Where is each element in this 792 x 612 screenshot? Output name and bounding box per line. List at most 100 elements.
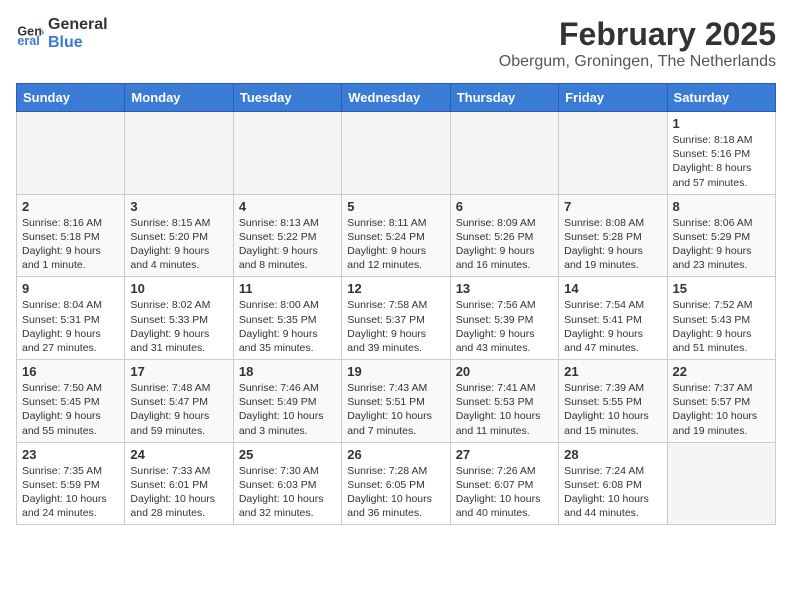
day-info: Sunrise: 7:33 AM Sunset: 6:01 PM Dayligh…	[130, 464, 227, 521]
day-info: Sunrise: 7:26 AM Sunset: 6:07 PM Dayligh…	[456, 464, 553, 521]
calendar-cell: 17 Sunrise: 7:48 AM Sunset: 5:47 PM Dayli…	[125, 360, 233, 443]
calendar-week-2: 2Sunrise: 8:16 AM Sunset: 5:18 PM Daylig…	[17, 194, 776, 277]
day-info: Sunrise: 7:46 AM Sunset: 5:49 PM Dayligh…	[239, 381, 336, 438]
day-number: 18	[239, 364, 336, 379]
day-info: Sunrise: 8:16 AM Sunset: 5:18 PM Dayligh…	[22, 216, 119, 273]
day-info: Sunrise: 7:37 AM Sunset: 5:57 PM Dayligh…	[673, 381, 770, 438]
day-number: 26	[347, 447, 444, 462]
day-info: Sunrise: 7:24 AM Sunset: 6:08 PM Dayligh…	[564, 464, 661, 521]
calendar-cell: 8 Sunrise: 8:06 AM Sunset: 5:29 PM Daylig…	[667, 194, 775, 277]
logo-line1: General	[48, 16, 108, 34]
calendar-cell: 12 Sunrise: 7:58 AM Sunset: 5:37 PM Dayli…	[342, 277, 450, 360]
day-number: 12	[347, 281, 444, 296]
day-number: 3	[130, 199, 227, 214]
day-header-monday: Monday	[125, 84, 233, 112]
day-info: Sunrise: 7:50 AM Sunset: 5:45 PM Dayligh…	[22, 381, 119, 438]
location-title: Obergum, Groningen, The Netherlands	[499, 53, 776, 71]
day-number: 21	[564, 364, 661, 379]
day-number: 15	[673, 281, 770, 296]
calendar-cell: 27 Sunrise: 7:26 AM Sunset: 6:07 PM Dayli…	[450, 442, 558, 525]
calendar-cell: 10 Sunrise: 8:02 AM Sunset: 5:33 PM Dayli…	[125, 277, 233, 360]
day-number: 19	[347, 364, 444, 379]
calendar-cell: 4 Sunrise: 8:13 AM Sunset: 5:22 PM Daylig…	[233, 194, 341, 277]
day-number: 13	[456, 281, 553, 296]
calendar-cell	[342, 112, 450, 195]
day-info: Sunrise: 7:48 AM Sunset: 5:47 PM Dayligh…	[130, 381, 227, 438]
calendar-header-row: SundayMondayTuesdayWednesdayThursdayFrid…	[17, 84, 776, 112]
day-info: Sunrise: 8:06 AM Sunset: 5:29 PM Dayligh…	[673, 216, 770, 273]
calendar-cell: 18 Sunrise: 7:46 AM Sunset: 5:49 PM Dayli…	[233, 360, 341, 443]
day-number: 5	[347, 199, 444, 214]
day-header-sunday: Sunday	[17, 84, 125, 112]
day-number: 14	[564, 281, 661, 296]
calendar-cell: 20 Sunrise: 7:41 AM Sunset: 5:53 PM Dayli…	[450, 360, 558, 443]
calendar-cell: 21 Sunrise: 7:39 AM Sunset: 5:55 PM Dayli…	[559, 360, 667, 443]
calendar-cell: 7 Sunrise: 8:08 AM Sunset: 5:28 PM Daylig…	[559, 194, 667, 277]
logo: Gen eral General Blue	[16, 16, 108, 51]
day-header-thursday: Thursday	[450, 84, 558, 112]
day-info: Sunrise: 7:35 AM Sunset: 5:59 PM Dayligh…	[22, 464, 119, 521]
day-info: Sunrise: 7:43 AM Sunset: 5:51 PM Dayligh…	[347, 381, 444, 438]
calendar-cell: 3 Sunrise: 8:15 AM Sunset: 5:20 PM Daylig…	[125, 194, 233, 277]
day-info: Sunrise: 7:30 AM Sunset: 6:03 PM Dayligh…	[239, 464, 336, 521]
calendar-cell: 6 Sunrise: 8:09 AM Sunset: 5:26 PM Daylig…	[450, 194, 558, 277]
day-info: Sunrise: 7:52 AM Sunset: 5:43 PM Dayligh…	[673, 298, 770, 355]
calendar-cell: 9 Sunrise: 8:04 AM Sunset: 5:31 PM Daylig…	[17, 277, 125, 360]
day-info: Sunrise: 8:15 AM Sunset: 5:20 PM Dayligh…	[130, 216, 227, 273]
header: Gen eral General Blue February 2025 Ober…	[16, 16, 776, 71]
day-number: 10	[130, 281, 227, 296]
day-number: 8	[673, 199, 770, 214]
day-header-wednesday: Wednesday	[342, 84, 450, 112]
day-header-tuesday: Tuesday	[233, 84, 341, 112]
calendar-cell: 26 Sunrise: 7:28 AM Sunset: 6:05 PM Dayli…	[342, 442, 450, 525]
day-number: 27	[456, 447, 553, 462]
day-info: Sunrise: 8:00 AM Sunset: 5:35 PM Dayligh…	[239, 298, 336, 355]
calendar-cell	[450, 112, 558, 195]
day-info: Sunrise: 7:54 AM Sunset: 5:41 PM Dayligh…	[564, 298, 661, 355]
day-info: Sunrise: 7:41 AM Sunset: 5:53 PM Dayligh…	[456, 381, 553, 438]
logo-icon: Gen eral	[16, 20, 44, 48]
calendar-week-4: 16 Sunrise: 7:50 AM Sunset: 5:45 PM Dayli…	[17, 360, 776, 443]
day-header-friday: Friday	[559, 84, 667, 112]
calendar-week-1: 1Sunrise: 8:18 AM Sunset: 5:16 PM Daylig…	[17, 112, 776, 195]
calendar-cell: 2Sunrise: 8:16 AM Sunset: 5:18 PM Daylig…	[17, 194, 125, 277]
calendar-cell: 1Sunrise: 8:18 AM Sunset: 5:16 PM Daylig…	[667, 112, 775, 195]
calendar-cell	[233, 112, 341, 195]
day-info: Sunrise: 8:08 AM Sunset: 5:28 PM Dayligh…	[564, 216, 661, 273]
month-title: February 2025	[499, 16, 776, 53]
day-number: 6	[456, 199, 553, 214]
calendar-cell: 22Sunrise: 7:37 AM Sunset: 5:57 PM Dayli…	[667, 360, 775, 443]
calendar-cell: 11Sunrise: 8:00 AM Sunset: 5:35 PM Dayli…	[233, 277, 341, 360]
day-info: Sunrise: 7:28 AM Sunset: 6:05 PM Dayligh…	[347, 464, 444, 521]
day-number: 9	[22, 281, 119, 296]
calendar-cell	[17, 112, 125, 195]
day-info: Sunrise: 8:09 AM Sunset: 5:26 PM Dayligh…	[456, 216, 553, 273]
day-number: 25	[239, 447, 336, 462]
svg-text:eral: eral	[17, 34, 39, 48]
day-number: 7	[564, 199, 661, 214]
calendar-cell: 28 Sunrise: 7:24 AM Sunset: 6:08 PM Dayli…	[559, 442, 667, 525]
day-header-saturday: Saturday	[667, 84, 775, 112]
calendar-cell: 24Sunrise: 7:33 AM Sunset: 6:01 PM Dayli…	[125, 442, 233, 525]
day-info: Sunrise: 8:13 AM Sunset: 5:22 PM Dayligh…	[239, 216, 336, 273]
day-info: Sunrise: 8:02 AM Sunset: 5:33 PM Dayligh…	[130, 298, 227, 355]
day-number: 23	[22, 447, 119, 462]
day-info: Sunrise: 7:58 AM Sunset: 5:37 PM Dayligh…	[347, 298, 444, 355]
calendar-cell: 23 Sunrise: 7:35 AM Sunset: 5:59 PM Dayli…	[17, 442, 125, 525]
calendar-week-5: 23 Sunrise: 7:35 AM Sunset: 5:59 PM Dayli…	[17, 442, 776, 525]
day-number: 20	[456, 364, 553, 379]
calendar: SundayMondayTuesdayWednesdayThursdayFrid…	[16, 83, 776, 525]
day-number: 16	[22, 364, 119, 379]
day-number: 17	[130, 364, 227, 379]
calendar-cell: 25 Sunrise: 7:30 AM Sunset: 6:03 PM Dayli…	[233, 442, 341, 525]
calendar-cell	[667, 442, 775, 525]
day-number: 4	[239, 199, 336, 214]
day-info: Sunrise: 8:04 AM Sunset: 5:31 PM Dayligh…	[22, 298, 119, 355]
calendar-cell: 14 Sunrise: 7:54 AM Sunset: 5:41 PM Dayli…	[559, 277, 667, 360]
day-info: Sunrise: 7:39 AM Sunset: 5:55 PM Dayligh…	[564, 381, 661, 438]
calendar-cell	[125, 112, 233, 195]
calendar-cell: 19 Sunrise: 7:43 AM Sunset: 5:51 PM Dayli…	[342, 360, 450, 443]
day-number: 28	[564, 447, 661, 462]
day-info: Sunrise: 8:11 AM Sunset: 5:24 PM Dayligh…	[347, 216, 444, 273]
calendar-cell: 15 Sunrise: 7:52 AM Sunset: 5:43 PM Dayli…	[667, 277, 775, 360]
